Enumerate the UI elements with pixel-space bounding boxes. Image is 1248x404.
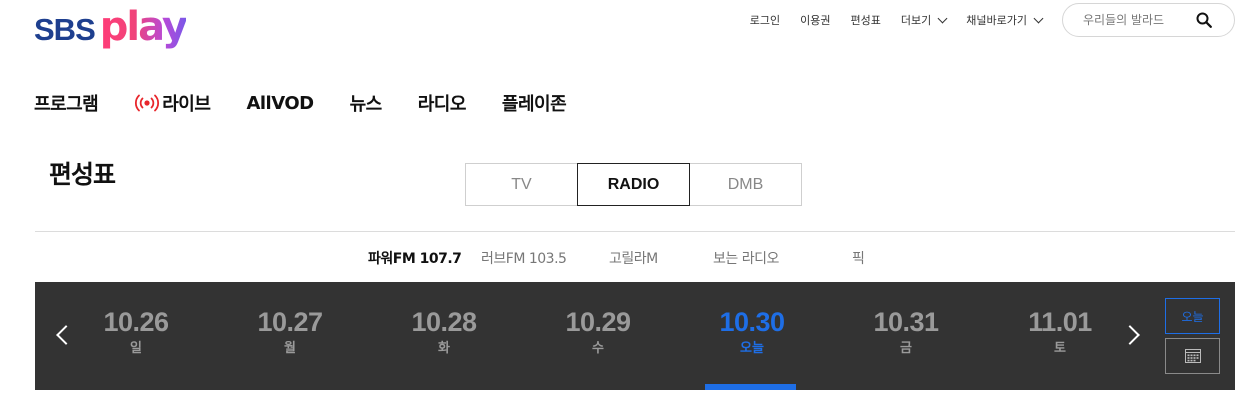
channel-shortcut-dropdown[interactable]: 채널바로가기	[966, 12, 1044, 28]
date-weekday: 수	[592, 341, 604, 356]
search-box	[1062, 3, 1235, 37]
date-item[interactable]: 11.01 토	[983, 306, 1137, 358]
date-item[interactable]: 10.31 금	[829, 306, 983, 358]
date-weekday: 토	[1054, 341, 1066, 356]
date-selector: 10.26 일 10.27 월 10.28 화 10.29 수 10.30 오늘…	[35, 282, 1235, 390]
date-weekday: 오늘	[740, 341, 764, 356]
date-number: 10.29	[565, 307, 631, 337]
date-number: 10.31	[873, 307, 939, 337]
next-week-button[interactable]	[1117, 320, 1147, 350]
nav-program-label: 프로그램	[34, 94, 99, 115]
date-weekday: 금	[900, 341, 912, 356]
tab-tv[interactable]: TV	[465, 163, 578, 206]
date-item[interactable]: 10.29 수	[521, 306, 675, 358]
more-label: 더보기	[900, 14, 932, 27]
schedule-link[interactable]: 편성표	[851, 12, 881, 28]
date-number: 10.26	[103, 307, 169, 337]
date-weekday: 일	[130, 341, 142, 356]
tab-radio[interactable]: RADIO	[577, 163, 690, 206]
date-weekday: 화	[438, 341, 450, 356]
nav-allvod-label: AllVOD	[246, 92, 314, 114]
chevron-down-icon	[1033, 13, 1044, 23]
nav-news[interactable]: 뉴스	[349, 90, 383, 116]
date-number: 11.01	[1028, 307, 1092, 337]
subscription-link[interactable]: 이용권	[800, 12, 830, 28]
nav-live-label: 라이브	[162, 94, 211, 115]
channel-pick[interactable]: 픽	[852, 248, 865, 268]
calendar-icon	[1184, 349, 1201, 363]
today-button[interactable]: 오늘	[1165, 298, 1220, 334]
page: SBS play 로그인 이용권 편성표 더보기 채널바로가기 프로그램 라이브	[0, 0, 1248, 404]
channel-power-fm[interactable]: 파워FM 107.7	[368, 248, 462, 268]
main-nav: 프로그램 라이브 AllVOD 뉴스 라디오 플레이존	[34, 90, 602, 116]
media-tabs: TV RADIO DMB	[465, 163, 802, 206]
tab-dmb[interactable]: DMB	[689, 163, 802, 206]
logo-play-text: play	[99, 4, 188, 50]
nav-live[interactable]: 라이브	[134, 90, 211, 116]
login-label: 로그인	[749, 14, 781, 27]
subscription-label: 이용권	[800, 14, 831, 27]
section-divider	[35, 231, 1235, 232]
date-item[interactable]: 10.28 화	[367, 306, 521, 358]
logo-sbs-text: SBS	[34, 12, 96, 47]
date-weekday: 월	[284, 341, 296, 356]
chevron-down-icon	[937, 13, 948, 23]
nav-news-label: 뉴스	[349, 94, 383, 115]
search-icon[interactable]	[1196, 12, 1212, 28]
active-date-indicator	[705, 384, 796, 390]
login-link[interactable]: 로그인	[750, 12, 780, 28]
date-item[interactable]: 10.26 일	[59, 306, 213, 358]
sbs-play-logo[interactable]: SBS play	[34, 4, 188, 54]
channel-gorilla-m[interactable]: 고릴라M	[609, 248, 658, 268]
channel-love-fm[interactable]: 러브FM 103.5	[481, 248, 567, 268]
schedule-label: 편성표	[850, 14, 881, 27]
channel-visual-radio[interactable]: 보는 라디오	[713, 248, 779, 268]
date-item[interactable]: 10.27 월	[213, 306, 367, 358]
calendar-button[interactable]	[1165, 338, 1220, 374]
date-number: 10.28	[411, 307, 477, 337]
utility-nav: 로그인 이용권 편성표 더보기 채널바로가기	[750, 12, 1044, 28]
channel-tabs: 파워FM 107.7 러브FM 103.5 고릴라M 보는 라디오 픽	[0, 248, 1248, 268]
date-item-today[interactable]: 10.30 오늘	[675, 306, 829, 358]
nav-radio-label: 라디오	[417, 94, 467, 115]
date-number: 10.30	[719, 307, 785, 337]
channel-shortcut-label: 채널바로가기	[966, 14, 1027, 27]
nav-allvod[interactable]: AllVOD	[246, 92, 314, 114]
date-number: 10.27	[257, 307, 323, 337]
search-input[interactable]	[1083, 13, 1203, 27]
nav-program[interactable]: 프로그램	[34, 90, 99, 116]
nav-radio[interactable]: 라디오	[417, 90, 467, 116]
nav-playzone[interactable]: 플레이존	[501, 90, 567, 116]
page-title: 편성표	[49, 160, 116, 189]
more-dropdown[interactable]: 더보기	[900, 12, 948, 28]
nav-playzone-label: 플레이존	[501, 94, 567, 115]
live-broadcast-icon	[135, 94, 160, 112]
